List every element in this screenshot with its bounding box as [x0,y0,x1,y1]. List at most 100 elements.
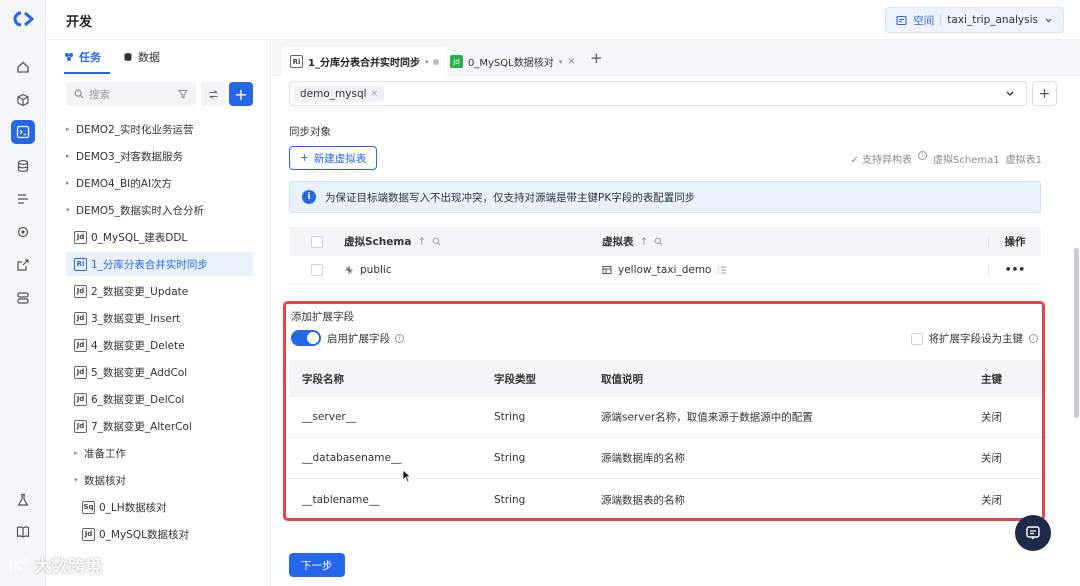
watermark: 大数跨境 [8,552,102,577]
schema-icon [345,266,353,274]
select-all-checkbox[interactable] [311,235,323,248]
tree-label: 2_数据变更_Update [91,285,189,298]
row-checkbox[interactable] [311,264,323,276]
sort-icon[interactable]: ↑ [417,236,426,248]
close-icon[interactable]: × [567,56,575,67]
info-icon: i [918,151,928,160]
switch-view-button[interactable] [201,82,225,106]
database-icon[interactable] [11,154,35,178]
tree-label: 数据核对 [84,474,126,487]
chevron-down-icon[interactable]: ▾ [425,58,429,66]
tree-item[interactable]: Jd 5_数据变更_AddCol [66,360,266,384]
jd-file-icon: Jd [74,284,87,298]
toggle-label-text: 启用扩展字段 [327,333,390,345]
enable-extension-toggle[interactable] [291,330,321,346]
field-pk: 关闭 [981,411,1002,424]
caret-down-icon: ▾ [74,476,78,484]
source-selector[interactable]: demo_mysql × [289,81,1027,106]
space-icon [896,15,907,25]
jd-file-icon: Jd [74,365,87,379]
tree-item[interactable]: Jd 3_数据变更_Insert [66,306,266,330]
enable-extension-label: 启用扩展字段 i [327,331,404,346]
tree-folder[interactable]: ▸ DEMO3_对客数据服务 [66,144,266,168]
add-tab-button[interactable]: + [590,49,603,67]
caret-right-icon: ▸ [66,152,70,160]
cube-icon[interactable] [11,88,35,112]
col-ops: 操作 [988,234,1041,249]
app-logo-icon[interactable] [12,11,34,27]
field-desc: 源端server名称，取值来源于数据源中的配置 [601,411,813,424]
field-type: String [494,411,526,423]
switch-icon [208,89,218,99]
scrollbar[interactable] [1074,248,1079,418]
more-actions-button[interactable]: ••• [988,264,1041,276]
set-as-pk-option[interactable]: 将扩展字段设为主键 i [910,331,1038,346]
tree-label: 1_分库分表合并实时同步 [91,258,208,271]
chat-assistant-button[interactable] [1015,515,1051,551]
col-table: 虚拟表 ↑ [602,234,663,249]
tree-item[interactable]: Jd 4_数据变更_Delete [66,333,266,357]
space-selector[interactable]: 空间 taxi_trip_analysis [885,7,1064,33]
operations-icon[interactable] [11,220,35,244]
close-icon[interactable]: × [371,89,379,99]
table-row[interactable]: public yellow_taxi_demo ••• [289,256,1041,285]
tree-label: 准备工作 [84,447,126,460]
table-icon [602,266,612,274]
search-input[interactable]: 搜索 [66,82,196,106]
tree-label: DEMO2_实时化业务运营 [76,123,194,136]
tree-label: DEMO5_数据实时入仓分析 [76,204,204,217]
home-icon[interactable] [11,55,35,79]
chevron-down-icon[interactable] [1004,89,1022,98]
sort-icon[interactable]: ↑ [640,236,649,248]
share-icon[interactable] [11,253,35,277]
field-list-icon[interactable] [717,265,727,275]
tree-item-selected[interactable]: Ri 1_分库分表合并实时同步 [66,252,253,276]
caret-right-icon: ▸ [74,449,78,457]
flask-icon[interactable] [11,488,35,512]
tab-mysql-check[interactable]: Jd 0_MySQL数据核对 ▾ × [442,47,584,76]
list-icon[interactable] [11,187,35,211]
tab-label: 0_MySQL数据核对 [468,58,554,69]
field-pk: 关闭 [981,452,1002,465]
filter-icon[interactable] [178,89,188,99]
tree-item[interactable]: Jd 7_数据变更_AlterCol [66,414,266,438]
tree-item[interactable]: Sq 0_LH数据核对 [66,495,266,519]
field-name: __server__ [302,411,357,423]
tab-data[interactable]: 数据 [123,48,160,66]
tree-folder[interactable]: ▸ DEMO4_BI的AI次方 [66,171,266,195]
add-task-button[interactable]: + [229,82,253,106]
search-icon[interactable] [432,237,441,246]
tree-item[interactable]: Jd 2_数据变更_Update [66,279,266,303]
tab-sync-task[interactable]: Ri 1_分库分表合并实时同步 ▾ [282,47,448,76]
cell-table: yellow_taxi_demo [602,264,727,276]
tree-item[interactable]: Jd 0_MySQL_建表DDL [66,225,266,249]
source-tag-label: demo_mysql [300,87,367,100]
tree-item[interactable]: Jd 6_数据变更_DelCol [66,387,266,411]
tree-folder[interactable]: ▸ 准备工作 [66,441,266,465]
new-virtual-table-button[interactable]: + 新建虚拟表 [289,146,378,170]
tree-folder[interactable]: ▾ 数据核对 [66,468,266,492]
ri-file-icon: Ri [290,55,303,68]
tree-label: 4_数据变更_Delete [91,339,185,352]
col-table-label: 虚拟表 [602,236,634,248]
search-icon[interactable] [654,237,663,246]
next-step-button[interactable]: 下一步 [289,553,345,577]
caret-right-icon: ▸ [66,125,70,133]
schema-count: 虚拟Schema1 [933,155,1000,166]
tree-folder[interactable]: ▸ DEMO2_实时化业务运营 [66,117,266,141]
space-value: taxi_trip_analysis [947,14,1038,26]
source-tag: demo_mysql × [294,85,385,102]
info-icon: i [395,334,404,343]
server-icon[interactable] [11,286,35,310]
tab-tasks[interactable]: 任务 [64,48,101,66]
icon-rail [0,0,46,586]
set-as-pk-checkbox[interactable] [910,332,923,345]
develop-icon[interactable] [11,120,35,144]
chevron-down-icon[interactable]: ▾ [559,58,563,66]
tree-folder[interactable]: ▾ DEMO5_数据实时入仓分析 [66,198,266,222]
book-icon[interactable] [11,520,35,544]
tree-item[interactable]: Jd 0_MySQL数据核对 [66,522,266,546]
field-name: __tablename__ [302,493,380,506]
add-source-button[interactable]: + [1032,81,1057,106]
watermark-logo-icon [9,557,29,571]
